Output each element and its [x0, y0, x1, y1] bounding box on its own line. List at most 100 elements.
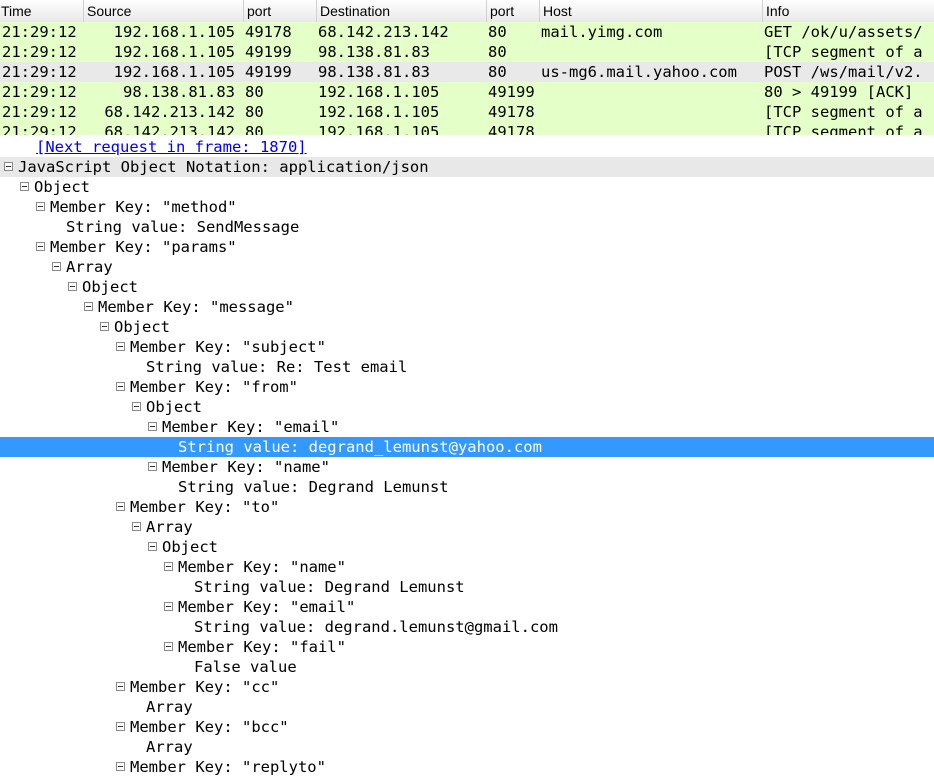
cell-host: mail.yimg.com — [541, 23, 663, 41]
column-header-source-port[interactable]: port — [243, 0, 316, 22]
cell-source: 192.168.1.105 — [113, 23, 235, 41]
tree-item[interactable]: Member Key: "fail" — [0, 637, 934, 657]
column-header-destination-port[interactable]: port — [486, 0, 539, 22]
column-header-info[interactable]: Info — [762, 0, 934, 22]
collapse-toggle-icon[interactable] — [116, 382, 125, 391]
tree-item[interactable]: String value: Degrand Lemunst — [0, 577, 934, 597]
tree-item-label: Member Key: "name" — [162, 458, 330, 476]
packet-row[interactable]: 21:29:12 192.168.1.105 49199 98.138.81.83 80… — [0, 62, 934, 82]
collapse-toggle-icon[interactable] — [4, 162, 13, 171]
tree-item[interactable]: Member Key: "to" — [0, 497, 934, 517]
tree-item[interactable]: Object — [0, 177, 934, 197]
collapse-toggle-icon[interactable] — [36, 242, 45, 251]
tree-item[interactable]: Member Key: "from" — [0, 377, 934, 397]
column-header-time[interactable]: Time — [0, 0, 83, 22]
tree-item[interactable]: Member Key: "name" — [0, 557, 934, 577]
cell-time: 21:29:12 — [2, 123, 77, 135]
tree-item[interactable]: Member Key: "bcc" — [0, 717, 934, 737]
tree-item[interactable]: String value: Re: Test email — [0, 357, 934, 377]
tree-item-selected[interactable]: String value: degrand_lemunst@yahoo.com — [0, 437, 934, 457]
cell-destination: 192.168.1.105 — [318, 123, 440, 135]
collapse-toggle-icon[interactable] — [148, 542, 157, 551]
cell-info: GET /ok/u/assets/ — [764, 23, 923, 41]
tree-item-label: String value: Degrand Lemunst — [178, 478, 449, 496]
cell-destination-port: 49178 — [488, 103, 535, 121]
cell-source: 68.142.213.142 — [104, 123, 235, 135]
cell-source: 192.168.1.105 — [113, 43, 235, 61]
tree-item[interactable]: Member Key: "message" — [0, 297, 934, 317]
collapse-toggle-icon[interactable] — [132, 522, 141, 531]
collapse-toggle-icon[interactable] — [52, 262, 61, 271]
column-header-source[interactable]: Source — [83, 0, 243, 22]
collapse-toggle-icon[interactable] — [164, 602, 173, 611]
collapse-toggle-icon[interactable] — [164, 642, 173, 651]
column-header-destination[interactable]: Destination — [316, 0, 486, 22]
tree-item[interactable]: Member Key: "cc" — [0, 677, 934, 697]
tree-item[interactable]: Member Key: "replyto" — [0, 757, 934, 777]
collapse-toggle-icon[interactable] — [68, 282, 77, 291]
cell-destination: 192.168.1.105 — [318, 103, 440, 121]
tree-item[interactable]: Member Key: "email" — [0, 417, 934, 437]
cell-time: 21:29:12 — [2, 63, 77, 81]
packet-list-header: Time Source port Destination port Host I… — [0, 0, 934, 23]
tree-item[interactable]: Member Key: "params" — [0, 237, 934, 257]
tree-item[interactable]: Array — [0, 257, 934, 277]
collapse-toggle-icon[interactable] — [116, 722, 125, 731]
tree-item[interactable]: Array — [0, 517, 934, 537]
next-request-link[interactable]: [Next request in frame: 1870] — [36, 137, 307, 157]
collapse-toggle-icon[interactable] — [164, 562, 173, 571]
packet-row[interactable]: 21:29:12 192.168.1.105 49178 68.142.213.142… — [0, 22, 934, 42]
cell-destination: 98.138.81.83 — [318, 63, 430, 81]
collapse-toggle-icon[interactable] — [116, 502, 125, 511]
tree-item[interactable]: String value: SendMessage — [0, 217, 934, 237]
tree-item-label: Object — [82, 278, 138, 296]
tree-item[interactable]: JavaScript Object Notation: application/… — [0, 157, 934, 177]
tree-item[interactable]: False value — [0, 657, 934, 677]
collapse-toggle-icon[interactable] — [100, 322, 109, 331]
collapse-toggle-icon[interactable] — [116, 682, 125, 691]
cell-host: us-mg6.mail.yahoo.com — [541, 63, 737, 81]
collapse-toggle-icon[interactable] — [132, 402, 141, 411]
packet-row[interactable]: 21:29:12 192.168.1.105 49199 98.138.81.83 80… — [0, 42, 934, 62]
cell-source-port: 80 — [245, 123, 264, 135]
collapse-toggle-icon[interactable] — [116, 762, 125, 771]
cell-destination-port: 80 — [488, 43, 507, 61]
tree-item[interactable]: String value: Degrand Lemunst — [0, 477, 934, 497]
tree-item[interactable]: Array — [0, 737, 934, 757]
collapse-toggle-icon[interactable] — [20, 182, 29, 191]
tree-item[interactable]: Array — [0, 697, 934, 717]
cell-info: [TCP segment of a — [764, 43, 923, 61]
cell-destination-port: 80 — [488, 63, 507, 81]
cell-source: 98.138.81.83 — [123, 83, 235, 101]
tree-item[interactable]: String value: degrand.lemunst@gmail.com — [0, 617, 934, 637]
packet-row[interactable]: 21:29:12 98.138.81.83 80 192.168.1.105 49199… — [0, 82, 934, 102]
tree-item[interactable]: Object — [0, 277, 934, 297]
collapse-toggle-icon[interactable] — [84, 302, 93, 311]
cell-info: POST /ws/mail/v2. — [764, 63, 923, 81]
collapse-toggle-icon[interactable] — [36, 202, 45, 211]
packet-list[interactable]: Time Source port Destination port Host I… — [0, 0, 934, 135]
tree-item[interactable]: Member Key: "name" — [0, 457, 934, 477]
tree-item[interactable]: Member Key: "method" — [0, 197, 934, 217]
cell-source-port: 49178 — [245, 23, 292, 41]
tree-item-label: Array — [146, 738, 193, 756]
tree-item-label: Member Key: "cc" — [130, 678, 280, 696]
tree-item-label: JavaScript Object Notation: application/… — [18, 158, 429, 176]
cell-time: 21:29:12 — [2, 103, 77, 121]
collapse-toggle-icon[interactable] — [148, 422, 157, 431]
cell-source-port: 80 — [245, 103, 264, 121]
collapse-toggle-icon[interactable] — [116, 342, 125, 351]
tree-item-label: Member Key: "to" — [130, 498, 280, 516]
packet-row[interactable]: 21:29:12 68.142.213.142 80 192.168.1.105 491… — [0, 122, 934, 135]
tree-item[interactable]: Object — [0, 317, 934, 337]
column-header-host[interactable]: Host — [539, 0, 762, 22]
tree-item[interactable]: Member Key: "subject" — [0, 337, 934, 357]
tree-item[interactable]: Object — [0, 397, 934, 417]
collapse-toggle-icon[interactable] — [148, 462, 157, 471]
tree-item-label: Object — [34, 178, 90, 196]
packet-row[interactable]: 21:29:12 68.142.213.142 80 192.168.1.105 491… — [0, 102, 934, 122]
cell-time: 21:29:12 — [2, 83, 77, 101]
tree-item[interactable]: Member Key: "email" — [0, 597, 934, 617]
cell-host — [541, 42, 760, 62]
tree-item[interactable]: Object — [0, 537, 934, 557]
